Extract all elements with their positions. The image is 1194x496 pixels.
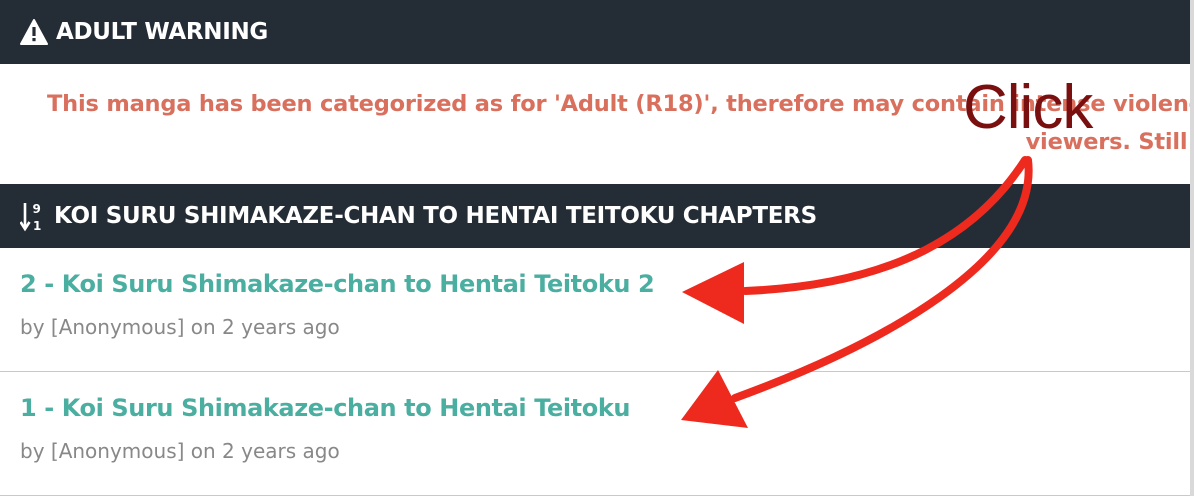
- warning-triangle-icon: [20, 19, 48, 45]
- chapter-link[interactable]: 2 - Koi Suru Shimakaze-chan to Hentai Te…: [20, 270, 655, 298]
- chapter-link[interactable]: 1 - Koi Suru Shimakaze-chan to Hentai Te…: [20, 394, 630, 422]
- chapter-list-item: 1 - Koi Suru Shimakaze-chan to Hentai Te…: [0, 372, 1194, 496]
- adult-warning-title: ADULT WARNING: [56, 19, 268, 45]
- chapters-title: KOI SURU SHIMAKAZE-CHAN TO HENTAI TEITOK…: [54, 203, 817, 229]
- chapter-meta: by [Anonymous] on 2 years ago: [20, 315, 340, 339]
- svg-text:1: 1: [33, 219, 41, 233]
- svg-text:9: 9: [33, 202, 41, 216]
- adult-warning-header: ADULT WARNING: [0, 0, 1194, 64]
- chapters-header: 9 1 KOI SURU SHIMAKAZE-CHAN TO HENTAI TE…: [0, 184, 1194, 248]
- chapter-list-item: 2 - Koi Suru Shimakaze-chan to Hentai Te…: [0, 248, 1194, 372]
- sort-numeric-desc-icon[interactable]: 9 1: [20, 199, 46, 233]
- window-right-border: [1190, 0, 1194, 496]
- chapter-meta: by [Anonymous] on 2 years ago: [20, 439, 340, 463]
- click-annotation-label: Click: [963, 73, 1093, 142]
